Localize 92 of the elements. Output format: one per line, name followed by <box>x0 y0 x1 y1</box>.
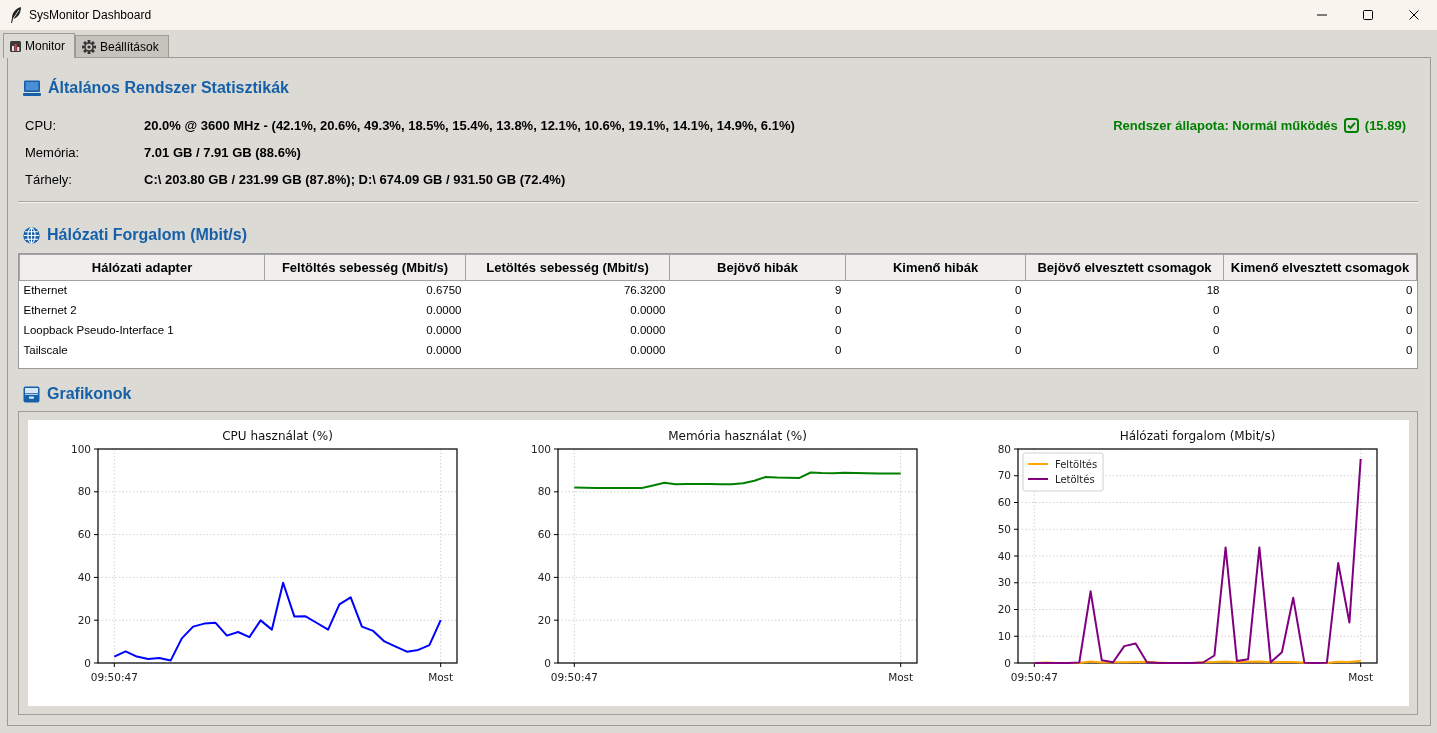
y-tick-label: 0 <box>84 656 91 669</box>
legend-label: Letöltés <box>1055 473 1095 485</box>
close-icon <box>1409 10 1419 20</box>
table-cell-text: 0 <box>1212 342 1221 358</box>
chart-title: CPU használat (%) <box>222 429 333 443</box>
legend-line-icon <box>1027 478 1049 480</box>
status-score: (15.89) <box>1364 116 1406 135</box>
globe-icon <box>23 226 40 244</box>
y-tick-label: 20 <box>997 603 1011 616</box>
stat-value: C:\ 203.80 GB / 231.99 GB (87.8%); D:\ 674.09 GB / 931.50 GB (72.4%) <box>144 170 566 189</box>
table-cell-text: 0 <box>1014 342 1023 358</box>
column-header[interactable]: Hálózati adapter <box>19 254 265 281</box>
box-icon <box>23 385 40 403</box>
stat-label: CPU: <box>25 116 58 135</box>
status-text: Rendszer állapota: Normál működés <box>1113 116 1338 135</box>
stat-label: Memória: <box>25 143 81 162</box>
y-tick-label: 20 <box>537 613 551 626</box>
window-title: SysMonitor Dashboard <box>29 7 152 24</box>
chart-title: Hálózati forgalom (Mbit/s) <box>1119 429 1276 443</box>
gear-icon <box>82 39 96 54</box>
y-tick-label: 30 <box>997 576 1011 589</box>
y-tick-label: 80 <box>77 485 91 498</box>
column-header[interactable]: Kimenő elvesztett csomagok <box>1223 254 1417 281</box>
y-tick-label: 50 <box>997 522 1011 535</box>
feather-icon <box>10 7 22 23</box>
table-cell-text: 0 <box>1014 302 1023 318</box>
table-cell: 0.6750 <box>264 280 466 301</box>
stat-value: 7.01 GB / 7.91 GB (88.6%) <box>144 143 301 162</box>
y-tick-label: 0 <box>544 656 551 669</box>
table-cell-text: 0.0000 <box>629 302 667 318</box>
y-tick-label: 40 <box>997 549 1011 562</box>
y-tick-label: 80 <box>537 485 551 498</box>
x-tick-label: Most <box>1348 671 1374 683</box>
stat-value: 20.0% @ 3600 MHz - (42.1%, 20.6%, 49.3%, 18.5%, 15.4%, 13.8%, 12.1%, 10.6%, 19.1%, 14.1%, 14.9%, 6.1%) <box>144 116 795 135</box>
table-cell-text: 0.0000 <box>425 342 463 358</box>
y-tick-label: 100 <box>530 442 551 455</box>
tick-box-icon <box>1343 118 1359 133</box>
legend-line-icon <box>1027 463 1049 465</box>
chart-title: Memória használat (%) <box>668 429 807 443</box>
table-cell-text: Loopback Pseudo-Interface 1 <box>22 322 175 338</box>
x-tick-label: 09:50:47 <box>90 671 138 683</box>
table-cell-text: Ethernet 2 <box>22 302 78 318</box>
computer-icon <box>23 79 41 97</box>
y-tick-label: 60 <box>77 528 91 541</box>
table-cell-text: Tailscale <box>22 342 69 358</box>
bar-chart-icon <box>10 40 21 52</box>
table-cell-text: 0.0000 <box>425 322 463 338</box>
y-tick-label: 60 <box>537 528 551 541</box>
section-title: Általános Rendszer Statisztikák <box>48 77 289 98</box>
table-cell-text: 0 <box>1014 322 1023 338</box>
table-cell-text: 0 <box>1405 322 1414 338</box>
x-tick-label: 09:50:47 <box>1010 671 1058 683</box>
table-cell-text: 0 <box>834 342 843 358</box>
legend-label: Feltöltés <box>1055 458 1098 470</box>
column-header[interactable]: Kimenő hibák <box>845 254 1026 281</box>
column-header[interactable]: Letöltés sebesség (Mbit/s) <box>465 254 670 281</box>
table-cell: 18 <box>1025 280 1224 301</box>
table-cell: 0 <box>845 280 1026 301</box>
y-tick-label: 40 <box>537 571 551 584</box>
column-header[interactable]: Bejövő hibák <box>669 254 846 281</box>
stat-label: Tárhely: <box>25 170 73 189</box>
maximize-icon <box>1363 10 1373 20</box>
x-tick-label: 09:50:47 <box>550 671 598 683</box>
table-cell: 9 <box>669 280 846 301</box>
y-tick-label: 20 <box>77 613 91 626</box>
y-tick-label: 0 <box>1004 656 1011 669</box>
table-cell: Ethernet <box>19 280 265 301</box>
tab[interactable]: Beállítások <box>75 35 169 57</box>
table-cell-text: 0 <box>1405 302 1414 318</box>
y-tick-label: 80 <box>997 442 1011 455</box>
section-title: Hálózati Forgalom (Mbit/s) <box>47 225 247 245</box>
table-cell: 0 <box>1223 280 1417 301</box>
x-tick-label: Most <box>888 671 914 683</box>
table-cell-text: 0 <box>1405 342 1414 358</box>
table-cell-text: 0.0000 <box>425 302 463 318</box>
tab[interactable]: Monitor <box>3 33 75 58</box>
table-cell-text: 0 <box>1212 322 1221 338</box>
column-header[interactable]: Feltöltés sebesség (Mbit/s) <box>264 254 466 281</box>
y-tick-label: 40 <box>77 571 91 584</box>
table-cell-text: 0 <box>834 322 843 338</box>
y-tick-label: 100 <box>70 442 91 455</box>
y-tick-label: 10 <box>997 629 1011 642</box>
y-tick-label: 60 <box>997 496 1011 509</box>
table-cell-text: 0.0000 <box>629 342 667 358</box>
table-cell: 76.3200 <box>465 280 670 301</box>
column-header[interactable]: Bejövő elvesztett csomagok <box>1025 254 1224 281</box>
y-tick-label: 70 <box>997 469 1011 482</box>
table-cell-text: 0 <box>1212 302 1221 318</box>
section-title: Grafikonok <box>47 384 132 404</box>
x-tick-label: Most <box>428 671 454 683</box>
table-cell-text: 0.0000 <box>629 322 667 338</box>
table-cell-text: 0 <box>834 302 843 318</box>
